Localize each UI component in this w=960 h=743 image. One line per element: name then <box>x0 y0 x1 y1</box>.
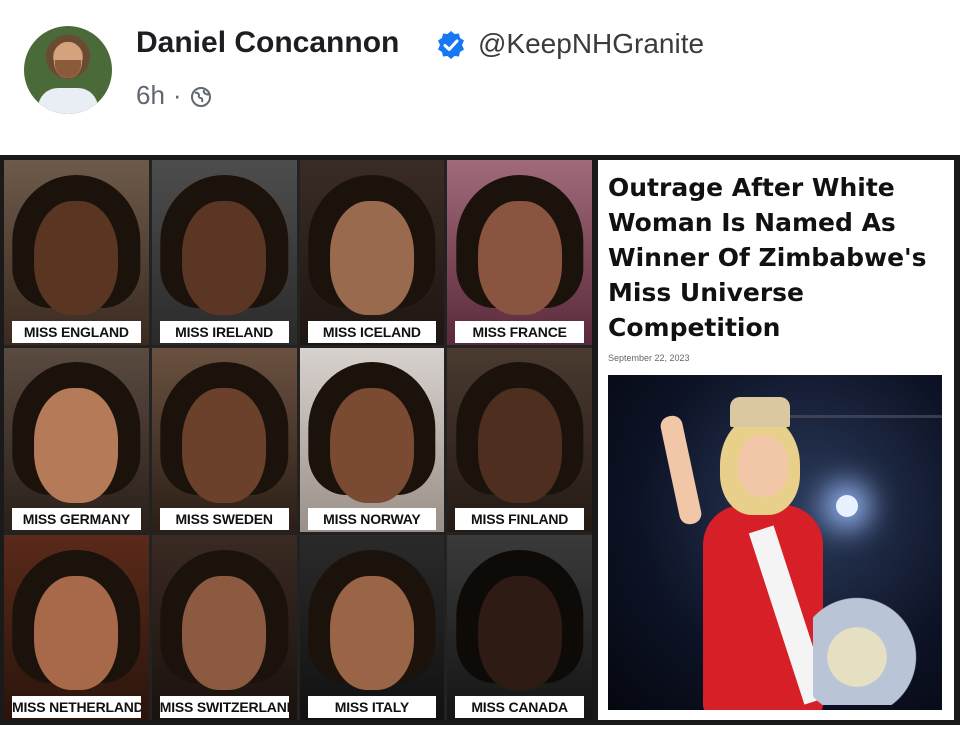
contestant-label: MISS NORWAY <box>307 508 437 531</box>
contestant-label: MISS GERMANY <box>12 508 141 531</box>
verified-badge-icon <box>438 31 464 59</box>
contestant-tile: MISS FINLAND <box>447 347 592 533</box>
contestant-label: MISS ENGLAND <box>12 320 141 343</box>
contestant-tile: MISS GERMANY <box>4 347 149 533</box>
post-image[interactable]: MISS ENGLAND MISS IRELAND MISS ICELAND M… <box>0 155 960 725</box>
article-photo <box>608 375 942 710</box>
avatar-shirt <box>38 88 98 114</box>
contestant-label: MISS ICELAND <box>307 320 437 343</box>
contestant-tile: MISS NORWAY <box>299 347 445 533</box>
contestant-label: MISS FINLAND <box>455 508 584 531</box>
contestant-label: MISS SWEDEN <box>159 508 289 531</box>
contestant-label: MISS FRANCE <box>455 320 584 343</box>
contestant-collage: MISS ENGLAND MISS IRELAND MISS ICELAND M… <box>4 160 592 720</box>
meta-separator: · <box>172 80 182 110</box>
author-handle[interactable]: @KeepNHGranite <box>478 28 704 60</box>
article-screenshot: Outrage After White Woman Is Named As Wi… <box>598 160 954 720</box>
contestant-label: MISS IRELAND <box>159 320 289 343</box>
article-headline: Outrage After White Woman Is Named As Wi… <box>608 173 927 342</box>
contestant-tile: MISS SWEDEN <box>151 347 297 533</box>
contestant-tile: MISS ICELAND <box>299 160 445 345</box>
author-avatar[interactable] <box>24 26 112 114</box>
post-meta: 6h · <box>136 80 212 111</box>
contestant-label: MISS SWITZERLAND <box>159 696 289 718</box>
author-name[interactable]: Daniel Concannon <box>136 26 399 60</box>
contestant-tile: MISS IRELAND <box>151 160 297 345</box>
contestant-label: MISS CANADA <box>455 696 584 718</box>
contestant-label: MISS ITALY <box>307 696 437 718</box>
contestant-tile: MISS ENGLAND <box>4 160 149 345</box>
contestant-tile: MISS SWITZERLAND <box>151 535 297 720</box>
post-timestamp[interactable]: 6h <box>136 80 165 110</box>
contestant-tile: MISS CANADA <box>447 535 592 720</box>
contestant-tile: MISS FRANCE <box>447 160 592 345</box>
contestant-label: MISS NETHERLANDS <box>12 696 141 718</box>
contestant-tile: MISS NETHERLANDS <box>4 535 149 720</box>
article-date: September 22, 2023 <box>608 353 690 363</box>
post-header: Daniel Concannon @KeepNHGranite 6h · <box>0 0 960 150</box>
globe-icon[interactable] <box>190 86 212 108</box>
contestant-tile: MISS ITALY <box>299 535 445 720</box>
